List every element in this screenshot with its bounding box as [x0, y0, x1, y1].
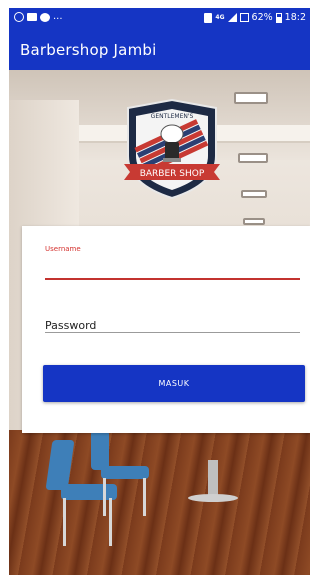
battery-icon	[275, 12, 282, 23]
ceiling-light	[243, 218, 265, 225]
masuk-button[interactable]: MASUK	[43, 365, 305, 402]
logo-top-text: GENTLEMEN'S	[151, 113, 194, 120]
ceiling-light	[234, 92, 268, 104]
logo-ribbon-text: BARBER SHOP	[140, 169, 205, 179]
message-icon	[27, 13, 37, 21]
ceiling-light	[238, 153, 268, 163]
whatsapp-icon	[14, 12, 24, 22]
network-type: 4G	[215, 13, 225, 21]
username-input[interactable]	[45, 256, 310, 278]
more-notifications: ...	[53, 11, 63, 22]
login-card: Username MASUK	[22, 226, 310, 433]
ceiling-light	[241, 190, 267, 198]
status-bar: ... 4G 62% 18:2	[9, 8, 310, 29]
phone-screen: ... 4G 62% 18:2 Barbershop Jambi BARBER …	[9, 8, 310, 575]
battery-percent: 62%	[251, 12, 273, 23]
status-time: 18:2	[284, 12, 306, 23]
sim-icon	[204, 12, 213, 23]
username-underline	[45, 278, 300, 280]
username-label: Username	[45, 245, 81, 253]
barbershop-logo: BARBER SHOP GENTLEMEN'S	[124, 98, 220, 200]
app-title: Barbershop Jambi	[20, 41, 157, 59]
signal-icon	[227, 13, 237, 22]
password-underline	[45, 332, 300, 333]
barber-chair	[184, 440, 244, 510]
chat-icon	[40, 12, 50, 22]
salon-chair	[91, 430, 161, 520]
signal-box-icon	[239, 13, 249, 22]
app-bar: Barbershop Jambi	[9, 29, 310, 70]
status-bar-right: 4G 62% 18:2	[204, 12, 306, 23]
status-bar-left: ...	[14, 12, 63, 22]
